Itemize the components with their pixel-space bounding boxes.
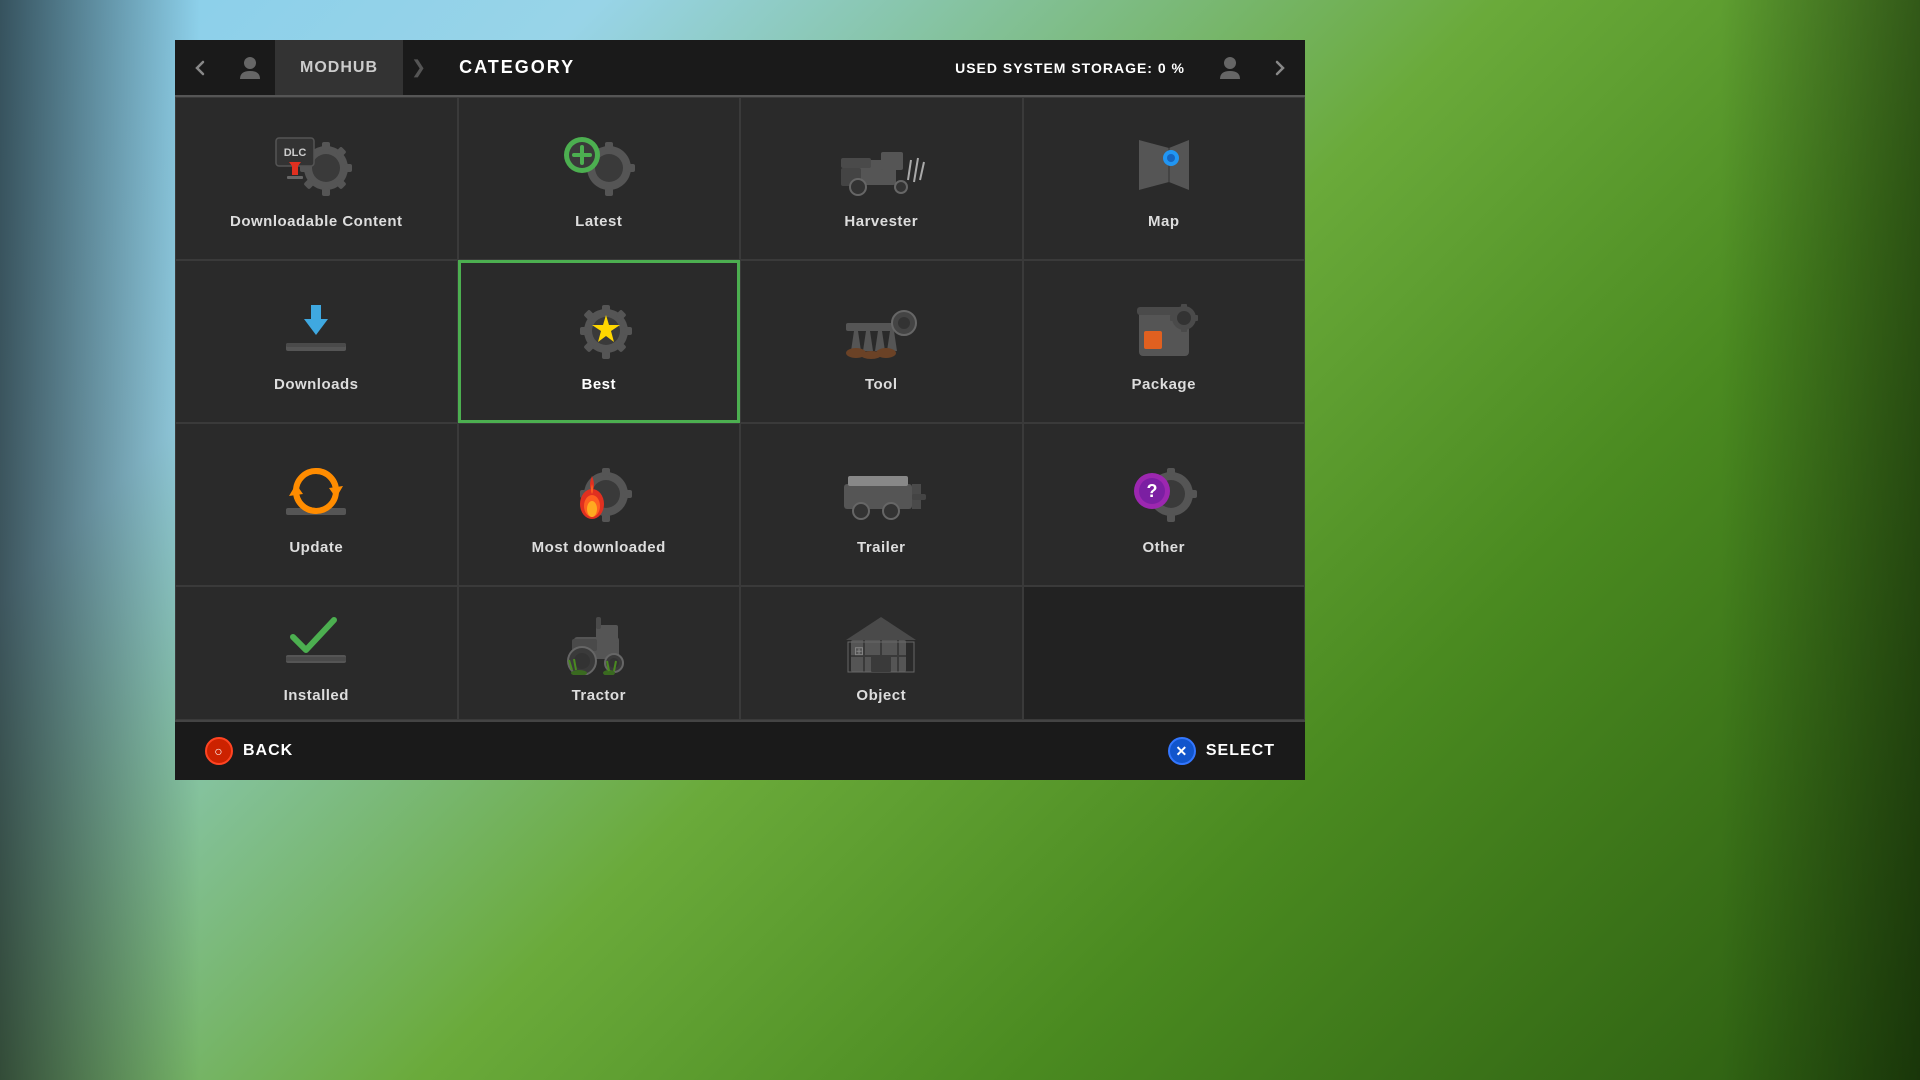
bottom-bar: ○ BACK ✕ SELECT [175,720,1305,780]
category-harvester[interactable]: Harvester [740,97,1023,260]
object-icon: ⊞ [836,602,926,677]
category-tractor[interactable]: Tractor [458,586,741,720]
dlc-icon: DLC [271,128,361,203]
category-most-downloaded[interactable]: Most downloaded [458,423,741,586]
best-icon [554,291,644,366]
object-label: Object [856,687,906,704]
installed-label: Installed [284,687,349,704]
most-downloaded-label: Most downloaded [532,539,666,556]
category-object[interactable]: ⊞ Object [740,586,1023,720]
harvester-label: Harvester [844,213,918,230]
package-icon [1119,291,1209,366]
category-trailer[interactable]: Trailer [740,423,1023,586]
latest-icon [554,128,644,203]
category-empty [1023,586,1306,720]
category-dlc[interactable]: DLC Downloadable Content [175,97,458,260]
modhub-tab[interactable]: MODHUB [275,40,403,95]
forward-nav-button [1205,40,1255,95]
select-button[interactable]: ✕ SELECT [1168,737,1275,765]
map-icon [1119,128,1209,203]
category-tab: CATEGORY [434,40,600,95]
trailer-icon [836,454,926,529]
downloads-icon [271,291,361,366]
other-label: Other [1142,539,1185,556]
category-map[interactable]: Map [1023,97,1306,260]
category-grid: DLC Downloadable Content [175,95,1305,720]
trailer-label: Trailer [857,539,906,556]
back-nav-button[interactable] [175,40,225,95]
svg-text:?: ? [1146,481,1157,501]
back-button-icon: ○ [205,737,233,765]
category-other[interactable]: ? Other [1023,423,1306,586]
installed-icon [271,602,361,677]
tool-label: Tool [865,376,898,393]
package-label: Package [1132,376,1196,393]
most-downloaded-icon [554,454,644,529]
update-icon [271,454,361,529]
category-installed[interactable]: Installed [175,586,458,720]
category-update[interactable]: Update [175,423,458,586]
bg-left-overlay [0,0,200,1080]
breadcrumb-arrow: ❯ [403,57,434,78]
category-tool[interactable]: Tool [740,260,1023,423]
tractor-label: Tractor [572,687,626,704]
category-best[interactable]: Best [458,260,741,423]
select-button-icon: ✕ [1168,737,1196,765]
tool-icon [836,291,926,366]
map-label: Map [1148,213,1180,230]
profile-icon [225,40,275,95]
downloads-label: Downloads [274,376,359,393]
svg-text:⊞: ⊞ [854,644,864,658]
bg-right-overlay [1720,0,1920,1080]
category-package[interactable]: Package [1023,260,1306,423]
back-button[interactable]: ○ BACK [205,737,293,765]
header-bar: MODHUB ❯ CATEGORY USED SYSTEM STORAGE: 0… [175,40,1305,95]
other-icon: ? [1119,454,1209,529]
main-window: MODHUB ❯ CATEGORY USED SYSTEM STORAGE: 0… [175,40,1305,780]
storage-info: USED SYSTEM STORAGE: 0 % [955,60,1205,76]
latest-label: Latest [575,213,622,230]
category-downloads[interactable]: Downloads [175,260,458,423]
tractor-icon [554,602,644,677]
back-button-label: BACK [243,742,293,760]
forward-arrow-button[interactable] [1255,40,1305,95]
category-latest[interactable]: Latest [458,97,741,260]
dlc-label: Downloadable Content [230,213,403,230]
update-label: Update [289,539,343,556]
best-label: Best [581,376,616,393]
svg-text:DLC: DLC [284,147,307,159]
harvester-icon [836,128,926,203]
select-button-label: SELECT [1206,742,1275,760]
